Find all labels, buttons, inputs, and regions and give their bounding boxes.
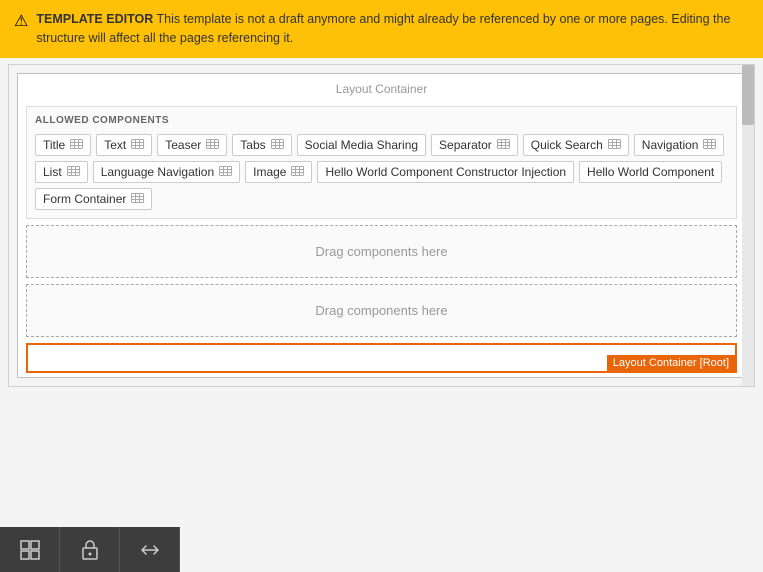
allowed-components-title: ALLOWED COMPONENTS <box>35 115 728 126</box>
component-tag-hello-world[interactable]: Hello World Component <box>579 161 722 183</box>
component-config-icon-separator <box>497 138 510 152</box>
warning-text: TEMPLATE EDITOR This template is not a d… <box>36 10 749 48</box>
layout-container: Layout Container ALLOWED COMPONENTS Titl… <box>17 73 746 378</box>
component-tag-quick-search[interactable]: Quick Search <box>523 134 629 156</box>
toolbar-btn-lock[interactable] <box>60 527 120 572</box>
component-tag-hello-world-ci[interactable]: Hello World Component Constructor Inject… <box>317 161 574 183</box>
toolbar-btn-move[interactable] <box>120 527 180 572</box>
root-label: Layout Container [Root] <box>607 355 735 371</box>
component-config-icon-language-navigation <box>219 165 232 179</box>
component-tag-list[interactable]: List <box>35 161 88 183</box>
component-config-icon-navigation <box>703 138 716 152</box>
component-tag-language-navigation[interactable]: Language Navigation <box>93 161 240 183</box>
component-config-icon-teaser <box>206 138 219 152</box>
drag-zone-1-label: Drag components here <box>315 244 447 259</box>
layout-container-label: Layout Container <box>18 74 745 100</box>
component-label-teaser: Teaser <box>165 138 201 152</box>
warning-icon: ⚠ <box>14 11 28 31</box>
component-label-separator: Separator <box>439 138 492 152</box>
component-tag-image[interactable]: Image <box>245 161 312 183</box>
component-tag-title[interactable]: Title <box>35 134 91 156</box>
toolbar-btn-layout[interactable] <box>0 527 60 572</box>
component-tag-navigation[interactable]: Navigation <box>634 134 725 156</box>
component-config-icon-tabs <box>271 138 284 152</box>
component-label-social-media-sharing: Social Media Sharing <box>305 138 418 152</box>
component-label-title: Title <box>43 138 65 152</box>
component-tag-form-container[interactable]: Form Container <box>35 188 152 210</box>
component-label-navigation: Navigation <box>642 138 699 152</box>
component-label-list: List <box>43 165 62 179</box>
warning-banner: ⚠ TEMPLATE EDITOR This template is not a… <box>0 0 763 58</box>
drag-zone-1[interactable]: Drag components here <box>26 225 737 278</box>
component-label-quick-search: Quick Search <box>531 138 603 152</box>
component-config-icon-image <box>291 165 304 179</box>
component-label-text: Text <box>104 138 126 152</box>
component-config-icon-form-container <box>131 192 144 206</box>
component-label-hello-world: Hello World Component <box>587 165 714 179</box>
component-tag-social-media-sharing[interactable]: Social Media Sharing <box>297 134 426 156</box>
component-config-icon-title <box>70 138 83 152</box>
component-label-language-navigation: Language Navigation <box>101 165 214 179</box>
bottom-zone: Layout Container [Root] <box>26 343 737 373</box>
move-icon <box>139 541 161 559</box>
drag-zone-2-label: Drag components here <box>315 303 447 318</box>
drag-zone-2[interactable]: Drag components here <box>26 284 737 337</box>
component-tag-tabs[interactable]: Tabs <box>232 134 291 156</box>
component-label-tabs: Tabs <box>240 138 265 152</box>
component-label-image: Image <box>253 165 286 179</box>
component-config-icon-list <box>67 165 80 179</box>
layout-icon <box>19 539 41 561</box>
component-tag-teaser[interactable]: Teaser <box>157 134 227 156</box>
component-label-form-container: Form Container <box>43 192 126 206</box>
component-config-icon-quick-search <box>608 138 621 152</box>
component-tag-separator[interactable]: Separator <box>431 134 518 156</box>
component-tag-text[interactable]: Text <box>96 134 152 156</box>
warning-prefix: TEMPLATE EDITOR <box>36 12 153 26</box>
allowed-components-section: ALLOWED COMPONENTS Title Text Teaser Tabs So… <box>26 106 737 219</box>
scrollbar-track[interactable] <box>742 65 754 386</box>
lock-icon <box>81 539 99 561</box>
component-label-hello-world-ci: Hello World Component Constructor Inject… <box>325 165 566 179</box>
bottom-toolbar <box>0 527 180 572</box>
scrollbar-thumb[interactable] <box>742 65 754 125</box>
component-config-icon-text <box>131 138 144 152</box>
editor-area: Layout Container ALLOWED COMPONENTS Titl… <box>8 64 755 387</box>
component-tags-list: Title Text Teaser Tabs Social Media Sharing S… <box>35 134 728 210</box>
